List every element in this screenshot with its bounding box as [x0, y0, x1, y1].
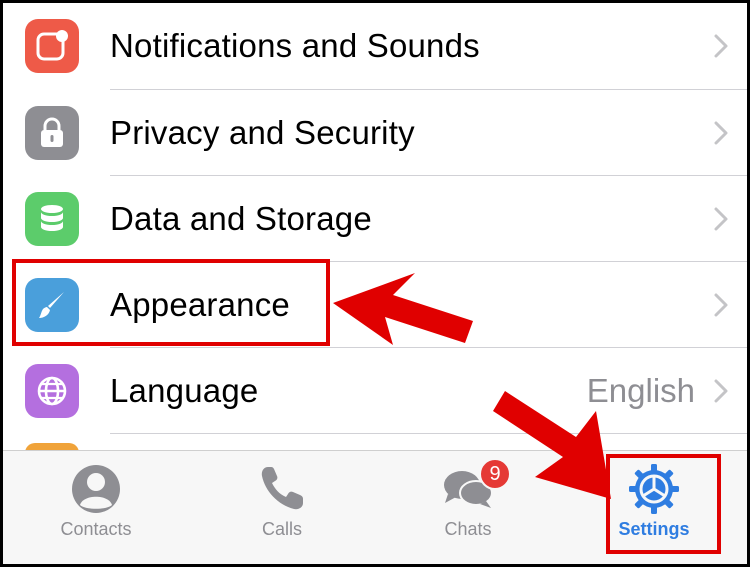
settings-item-label: Data and Storage [110, 200, 372, 237]
chevron-right-icon [714, 293, 728, 317]
settings-item-language[interactable]: Language English [3, 348, 747, 434]
settings-item-privacy[interactable]: Privacy and Security [3, 90, 747, 176]
settings-item-label: Notifications and Sounds [110, 27, 480, 64]
tab-calls[interactable]: Calls [189, 451, 375, 564]
settings-item-label: Privacy and Security [110, 114, 415, 151]
tab-label: Contacts [60, 519, 132, 539]
settings-item-label: Language [110, 372, 259, 409]
unread-badge: 9 [479, 458, 511, 490]
tab-settings[interactable]: Settings [561, 451, 747, 564]
database-icon [25, 192, 79, 246]
chevron-right-icon [714, 121, 728, 145]
chevron-right-icon [714, 207, 728, 231]
tab-label: Chats [444, 519, 492, 539]
tab-chats[interactable]: 9 Chats [375, 451, 561, 564]
paintbrush-icon [25, 278, 79, 332]
globe-icon [25, 364, 79, 418]
gear-icon [629, 464, 679, 514]
tab-label: Settings [618, 519, 690, 539]
notification-badge-icon [25, 19, 79, 73]
tab-bar: Contacts Calls 9 Chats Settings [3, 450, 747, 564]
person-icon [72, 465, 120, 513]
settings-item-appearance[interactable]: Appearance [3, 262, 747, 348]
divider [110, 433, 747, 434]
tab-label: Calls [261, 519, 302, 539]
phone-icon [261, 467, 303, 510]
settings-item-data-storage[interactable]: Data and Storage [3, 176, 747, 262]
settings-item-notifications[interactable]: Notifications and Sounds [3, 3, 747, 89]
chevron-right-icon [714, 34, 728, 58]
tab-contacts[interactable]: Contacts [3, 451, 189, 564]
chevron-right-icon [714, 379, 728, 403]
language-value: English [586, 372, 695, 409]
lock-icon [25, 106, 79, 160]
settings-list: Notifications and Sounds Privacy and Sec… [3, 3, 747, 453]
settings-item-label: Appearance [110, 286, 290, 323]
screenshot-frame: Notifications and Sounds Privacy and Sec… [0, 0, 750, 567]
